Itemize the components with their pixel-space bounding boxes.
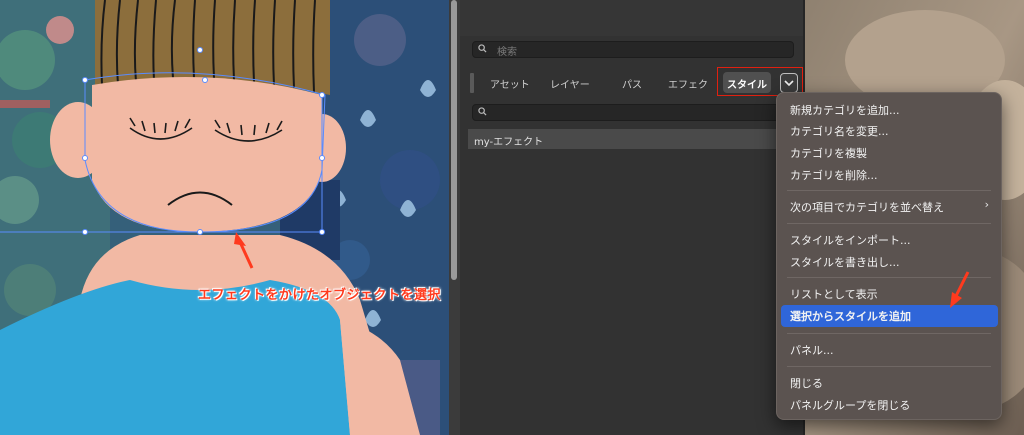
- menu-item-import-styles[interactable]: スタイルをインポート...: [790, 232, 911, 248]
- tab-assets[interactable]: アセット: [490, 76, 530, 91]
- annotation-label: エフェクトをかけたオブジェクトを選択: [198, 288, 442, 303]
- artwork-canvas[interactable]: エフェクトをかけたオブジェクトを選択: [0, 0, 449, 435]
- search-icon: [478, 107, 487, 116]
- menu-item-close[interactable]: 閉じる: [790, 375, 823, 391]
- menu-item-panel[interactable]: パネル...: [790, 342, 834, 358]
- menu-item-add-style-from-selection[interactable]: 選択からスタイルを追加: [790, 308, 911, 324]
- search-placeholder: 検索: [497, 47, 517, 58]
- menu-item-view-as-list[interactable]: リストとして表示: [790, 286, 878, 302]
- menu-item-duplicate-category[interactable]: カテゴリを複製: [790, 145, 867, 161]
- menu-item-add-category[interactable]: 新規カテゴリを追加...: [790, 102, 900, 118]
- canvas-scrollbar-thumb[interactable]: [451, 0, 457, 280]
- styles-panel: [460, 0, 805, 435]
- panel-context-menu: 新規カテゴリを追加... カテゴリ名を変更... カテゴリを複製 カテゴリを削除…: [776, 92, 1002, 420]
- style-search-field[interactable]: [472, 104, 784, 121]
- tab-layers[interactable]: レイヤー: [550, 76, 590, 91]
- menu-item-delete-category[interactable]: カテゴリを削除...: [790, 167, 878, 183]
- style-list-item-label: my-エフェクト: [474, 137, 544, 148]
- menu-separator: [787, 366, 991, 367]
- top-search-field[interactable]: 検索: [472, 41, 794, 58]
- annotation-arrow-selection: [950, 271, 970, 308]
- menu-separator: [787, 223, 991, 224]
- menu-item-close-panel-group[interactable]: パネルグループを閉じる: [790, 397, 910, 413]
- illustration: [0, 0, 449, 435]
- chevron-right-icon: ›: [984, 198, 989, 211]
- tab-effects[interactable]: エフェク: [668, 76, 708, 91]
- tab-paths[interactable]: パス: [622, 76, 642, 91]
- menu-item-sort-categories[interactable]: 次の項目でカテゴリを並べ替え: [790, 199, 944, 215]
- menu-item-rename-category[interactable]: カテゴリ名を変更...: [790, 123, 889, 139]
- panel-top-strip: [460, 0, 805, 36]
- menu-separator: [787, 333, 991, 334]
- menu-separator: [787, 190, 991, 191]
- menu-item-export-styles[interactable]: スタイルを書き出し...: [790, 254, 900, 270]
- search-icon: [478, 44, 487, 53]
